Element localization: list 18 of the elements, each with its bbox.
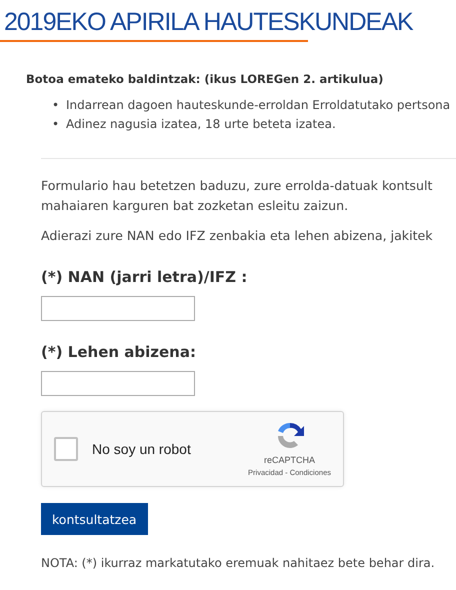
intro-text: Adierazi zure NAN edo IFZ zenbakia eta lehen abizena, jakitek bbox=[41, 227, 434, 245]
page-title: 2019EKO APIRILA HAUTESKUNDEAK bbox=[4, 7, 413, 38]
bullet-mark: • bbox=[52, 97, 60, 114]
submit-button[interactable]: kontsultatzea bbox=[41, 503, 148, 535]
input-field[interactable] bbox=[41, 296, 195, 321]
requirement-item: Adinez nagusia izatea, 18 urte beteta izatea. bbox=[66, 116, 336, 133]
note-text: NOTA: (*) ikurraz markatutako eremuak nahitaez bete behar dira. bbox=[41, 556, 436, 570]
recaptcha-brand: reCAPTCHA bbox=[264, 455, 316, 465]
requirement-item: Indarrean dagoen hauteskunde-erroldan Erroldatutako pertsona bbox=[66, 97, 450, 114]
bullet-mark: • bbox=[52, 116, 60, 133]
captcha-label: No soy un robot bbox=[92, 441, 191, 457]
captcha-checkbox[interactable] bbox=[54, 437, 78, 461]
input-field[interactable] bbox=[41, 371, 195, 396]
field-label: (*) NAN (jarri letra)/IFZ : bbox=[41, 268, 248, 286]
field-label: (*) Lehen abizena: bbox=[41, 343, 197, 361]
intro-text: Formulario hau betetzen baduzu, zure errolda-datuak kontsult bbox=[41, 177, 434, 195]
requirements-heading: Botoa emateko baldintzak: (ikus LOREGen 2. artikulua) bbox=[26, 72, 384, 86]
intro-text: mahaiaren karguren bat zozketan esleitu zaizun. bbox=[41, 197, 350, 215]
